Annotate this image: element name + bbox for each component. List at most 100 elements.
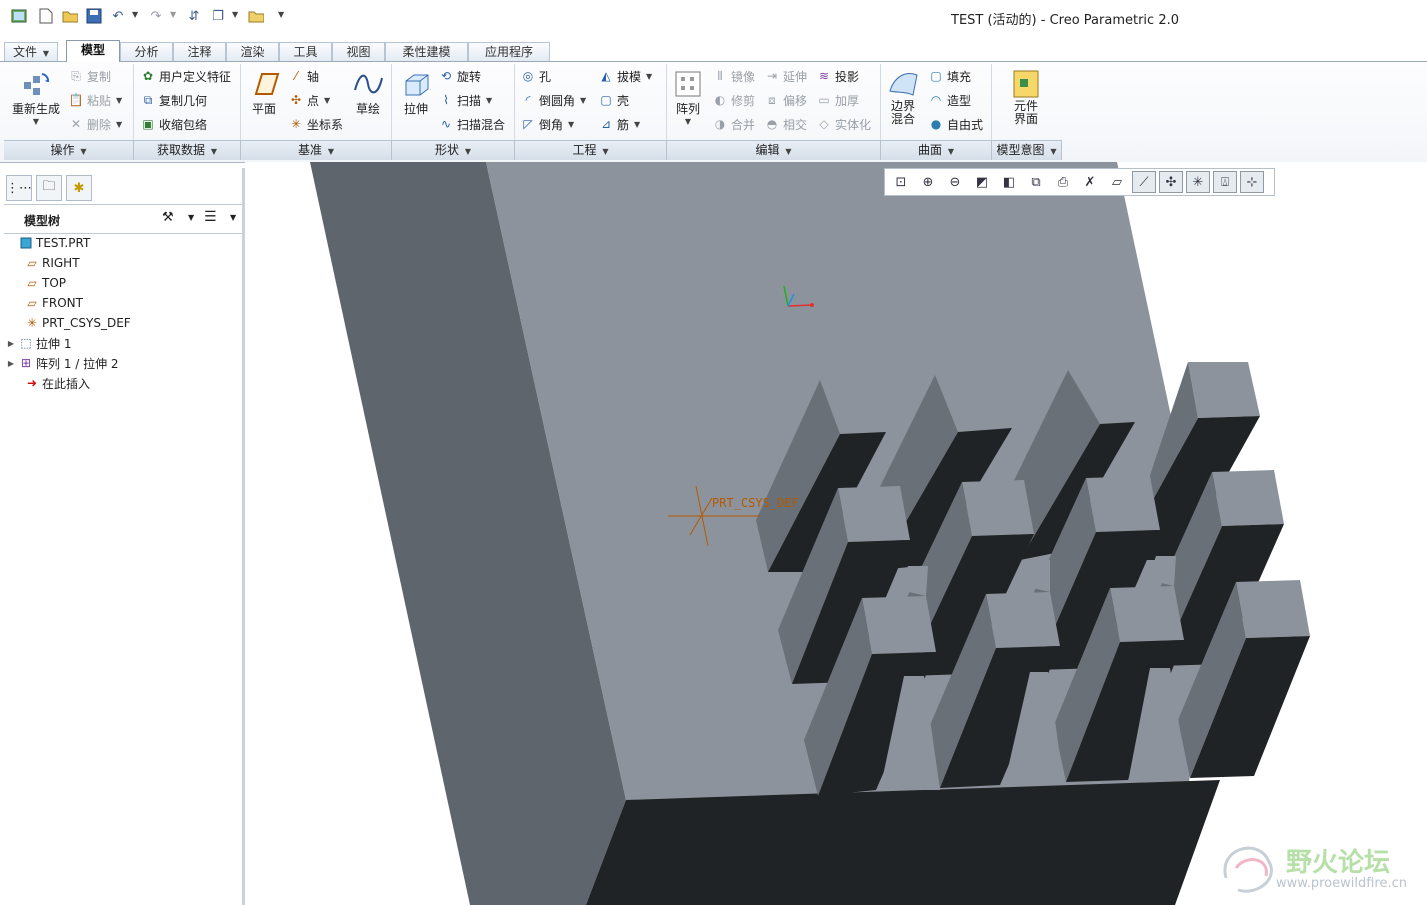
folder-browser-tab-icon[interactable]: 🗀 (36, 175, 62, 201)
open-icon[interactable] (62, 8, 78, 24)
style-button[interactable]: ◠ 造型 (928, 90, 971, 110)
axis-display-icon[interactable]: ⟋ (1132, 171, 1156, 193)
tree-item-pattern-1[interactable]: ▶ ⊞ 阵列 1 / 拉伸 2 (4, 353, 119, 373)
close-window-icon[interactable] (248, 8, 264, 24)
group-operations-footer[interactable]: 操作 ▼ (4, 140, 134, 160)
tree-item-right[interactable]: ▱ RIGHT (24, 253, 79, 273)
boundary-blend-button[interactable]: 边界 混合 (884, 68, 922, 126)
undo-icon[interactable]: ↶ (110, 8, 126, 24)
tree-item-csys[interactable]: ✳ PRT_CSYS_DEF (24, 313, 131, 333)
new-icon[interactable] (38, 8, 54, 24)
mirror-button[interactable]: ⫴ 镜像 (712, 66, 755, 86)
merge-button[interactable]: ◑ 合并 (712, 114, 755, 134)
group-model-intent-footer[interactable]: 模型意图 ▼ (992, 140, 1062, 160)
tab-tools[interactable]: 工具 (279, 42, 332, 61)
display-style-icon[interactable]: ◧ (997, 171, 1021, 193)
tab-model[interactable]: 模型 (66, 40, 120, 62)
sweep-button[interactable]: ⌇ 扫描 ▼ (438, 90, 492, 110)
datum-display-icon[interactable]: ✗ (1078, 171, 1102, 193)
intersect-button[interactable]: ◓ 相交 (764, 114, 807, 134)
pattern-button[interactable]: 阵列 ▼ (670, 68, 706, 126)
copy-button[interactable]: ⎘ 复制 (68, 66, 111, 86)
tree-item-top[interactable]: ▱ TOP (24, 273, 66, 293)
shrinkwrap-button[interactable]: ▣ 收缩包络 (140, 114, 207, 134)
expand-arrow-icon[interactable]: ▶ (4, 359, 18, 368)
redo-icon[interactable]: ↷ (148, 8, 164, 24)
tab-flexible-modeling[interactable]: 柔性建模 (385, 42, 468, 61)
tree-settings-icon[interactable]: ⚒ (162, 210, 174, 225)
spin-center-icon[interactable]: ⊹ (1240, 171, 1264, 193)
copy-geometry-button[interactable]: ⧉ 复制几何 (140, 90, 207, 110)
group-get-data-footer[interactable]: 获取数据 ▼ (134, 140, 241, 160)
tab-analysis[interactable]: 分析 (120, 42, 173, 61)
windows-icon[interactable]: ❐ (210, 8, 226, 24)
undo-dropdown-icon[interactable]: ▼ (132, 10, 138, 19)
app-icon[interactable] (11, 8, 27, 24)
graphics-window[interactable]: PRT_CSYS_DEF 野火论坛 www.proewildfire.cn (245, 162, 1427, 905)
group-engineering-footer[interactable]: 工程 ▼ (515, 140, 667, 160)
solidify-button[interactable]: ◇ 实体化 (816, 114, 871, 134)
tree-item-part[interactable]: TEST.PRT (4, 233, 90, 253)
windows-dropdown-icon[interactable]: ▼ (232, 10, 238, 19)
rib-button[interactable]: ⊿ 筋 ▼ (598, 114, 640, 134)
hole-button[interactable]: ◎ 孔 (520, 66, 551, 86)
refit-icon[interactable]: ⊡ (889, 171, 913, 193)
regenerate-icon[interactable]: ⇵ (186, 8, 202, 24)
axis-button[interactable]: ⁄ 轴 (288, 66, 319, 86)
tree-item-front[interactable]: ▱ FRONT (24, 293, 83, 313)
fill-button[interactable]: ▢ 填充 (928, 66, 971, 86)
swept-blend-button[interactable]: ∿ 扫描混合 (438, 114, 505, 134)
project-button[interactable]: ≋ 投影 (816, 66, 859, 86)
offset-button[interactable]: ⧈ 偏移 (764, 90, 807, 110)
point-button[interactable]: ✣ 点 ▼ (288, 90, 330, 110)
revolve-button[interactable]: ⟲ 旋转 (438, 66, 481, 86)
saved-orientations-icon[interactable]: ⧉ (1024, 171, 1048, 193)
tab-annotate[interactable]: 注释 (173, 42, 226, 61)
show-list-icon[interactable]: ☰ (204, 209, 217, 225)
tab-view[interactable]: 视图 (332, 42, 385, 61)
trim-button[interactable]: ◐ 修剪 (712, 90, 755, 110)
tab-file[interactable]: 文件 ▼ (4, 42, 58, 61)
sketch-button[interactable]: 草绘 (348, 68, 388, 117)
udf-button[interactable]: ✿ 用户定义特征 (140, 66, 231, 86)
delete-button[interactable]: ✕ 删除 ▼ (68, 114, 122, 134)
tree-settings-dropdown-icon[interactable]: ▼ (188, 213, 194, 222)
plane-display-icon[interactable]: ▱ (1105, 171, 1129, 193)
view-manager-icon[interactable]: ⎙ (1051, 171, 1075, 193)
component-interface-button[interactable]: 元件 界面 (1006, 68, 1046, 126)
group-editing-footer[interactable]: 编辑 ▼ (667, 140, 881, 160)
repaint-icon[interactable]: ◩ (970, 171, 994, 193)
paste-button[interactable]: 📋 粘贴 ▼ (68, 90, 123, 110)
plane-button[interactable]: 平面 (244, 68, 284, 117)
group-datum-footer[interactable]: 基准 ▼ (241, 140, 392, 160)
tab-applications[interactable]: 应用程序 (468, 42, 550, 61)
group-surfaces-footer[interactable]: 曲面 ▼ (881, 140, 992, 160)
chamfer-button[interactable]: ◸ 倒角 ▼ (520, 114, 574, 134)
tab-render[interactable]: 渲染 (226, 42, 279, 61)
favorites-tab-icon[interactable]: ✱ (66, 175, 92, 201)
thicken-button[interactable]: ▭ 加厚 (816, 90, 859, 110)
zoom-in-icon[interactable]: ⊕ (916, 171, 940, 193)
show-dropdown-icon[interactable]: ▼ (230, 213, 236, 222)
round-button[interactable]: ◜ 倒圆角 ▼ (520, 90, 587, 110)
model-tree-tab-icon[interactable]: ⋮⋯ (6, 175, 32, 201)
freestyle-button[interactable]: ● 自由式 (928, 114, 983, 134)
annotation-display-icon[interactable]: ⍍ (1213, 171, 1237, 193)
shell-button[interactable]: ▢ 壳 (598, 90, 629, 110)
expand-arrow-icon[interactable]: ▶ (4, 339, 18, 348)
regenerate-button[interactable]: 重新生成 ▼ (10, 68, 62, 126)
zoom-out-icon[interactable]: ⊖ (943, 171, 967, 193)
csys-display-icon[interactable]: ✳ (1186, 171, 1210, 193)
model-view[interactable]: PRT_CSYS_DEF (245, 162, 1427, 905)
extend-button[interactable]: ⇥ 延伸 (764, 66, 807, 86)
redo-dropdown-icon[interactable]: ▼ (170, 10, 176, 19)
tree-item-insert-here[interactable]: ➜ 在此插入 (24, 373, 90, 393)
draft-button[interactable]: ◭ 拔模 ▼ (598, 66, 652, 86)
extrude-button[interactable]: 拉伸 (396, 68, 436, 117)
save-icon[interactable] (86, 8, 102, 24)
point-display-icon[interactable]: ✣ (1159, 171, 1183, 193)
group-shapes-footer[interactable]: 形状 ▼ (392, 140, 515, 160)
csys-button[interactable]: ✳ 坐标系 (288, 114, 343, 134)
tree-item-extrude-1[interactable]: ▶ ⬚ 拉伸 1 (4, 333, 72, 353)
customize-icon[interactable]: ▼ (278, 10, 284, 19)
